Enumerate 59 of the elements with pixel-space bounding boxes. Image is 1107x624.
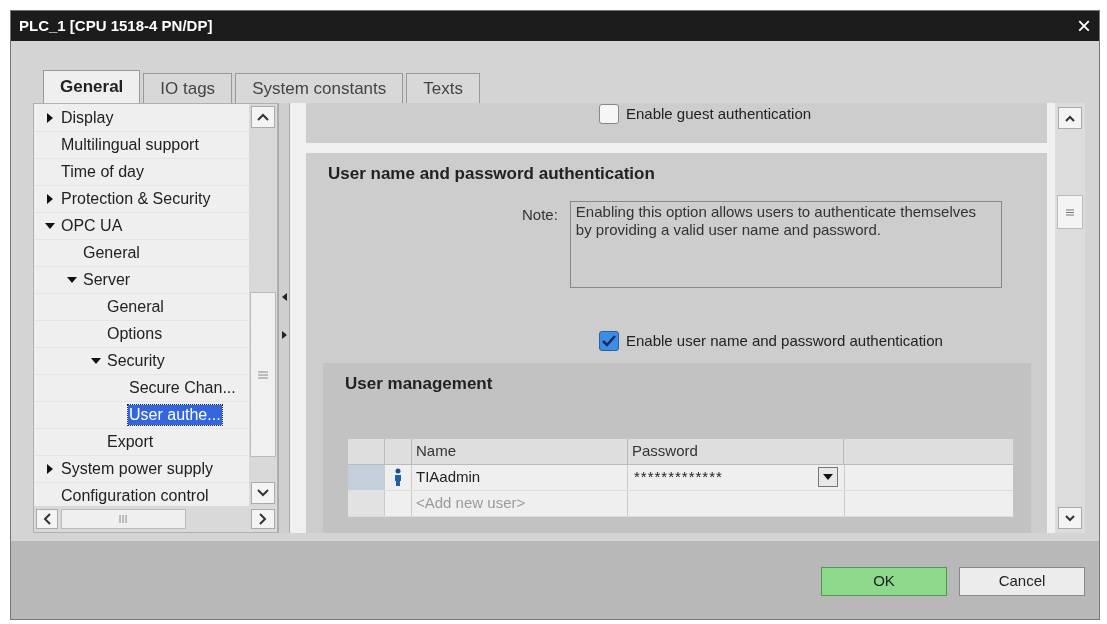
scroll-up-button[interactable] [251, 106, 275, 128]
tree-item[interactable]: Export [106, 432, 155, 452]
tree-item[interactable]: Multilingual support [60, 135, 200, 155]
tree-item[interactable]: Security [106, 351, 166, 371]
scroll-thumb[interactable] [1057, 195, 1083, 229]
scroll-down-button[interactable] [251, 482, 275, 504]
grip-icon [1065, 208, 1075, 216]
scroll-down-button[interactable] [1058, 507, 1082, 529]
caret-icon [823, 474, 833, 480]
checkbox[interactable] [599, 331, 619, 352]
scroll-up-button[interactable] [1058, 107, 1082, 129]
scroll-right-button[interactable] [251, 509, 275, 529]
ok-button[interactable]: OK [821, 566, 947, 596]
tree-item[interactable]: User authe... [128, 405, 222, 425]
grip-icon [118, 514, 129, 524]
scroll-thumb[interactable] [61, 509, 186, 529]
collapse-left-icon [281, 293, 287, 301]
checkbox-label: Enable guest authentication [626, 104, 812, 124]
password-value: ************* [634, 466, 723, 487]
tree-item[interactable]: Display [60, 108, 115, 128]
scroll-thumb[interactable] [250, 292, 276, 457]
chevron-left-icon [43, 513, 51, 525]
note-text: Enabling this option allows users to authenticate themselves by providing a valid user name and password. [569, 201, 1002, 288]
dropdown-button[interactable] [818, 467, 838, 487]
tree-item[interactable]: Secure Chan... [128, 378, 237, 398]
grip-icon [257, 370, 269, 379]
chevron-up-icon [257, 113, 269, 121]
tree-item[interactable]: OPC UA [60, 216, 124, 236]
tree-item[interactable]: General [82, 243, 141, 263]
tree-item[interactable]: Configuration control [60, 486, 210, 506]
tree-item[interactable]: Protection & Security [60, 189, 212, 209]
note-label: Note: [522, 205, 558, 225]
user-icon [394, 468, 402, 486]
close-button[interactable]: × [1073, 14, 1095, 38]
section-title: User name and password authentication [328, 163, 656, 185]
window-title: PLC_1 [CPU 1518-4 PN/DP] [19, 15, 213, 36]
tree-item[interactable]: Time of day [60, 162, 145, 182]
tree-item[interactable]: Server [82, 270, 132, 290]
expand-right-icon [281, 331, 287, 339]
tab[interactable]: IO tags [143, 73, 233, 103]
subsection-title: User management [345, 372, 494, 395]
tree-item[interactable]: Options [106, 324, 164, 344]
cancel-button[interactable]: Cancel [959, 566, 1085, 596]
chevron-down-icon [1065, 514, 1075, 522]
column-header[interactable]: Name [412, 438, 628, 464]
scroll-left-button[interactable] [36, 509, 58, 529]
checkmark-icon [602, 335, 616, 348]
tree-item[interactable]: General [106, 297, 165, 317]
tab[interactable]: Texts [406, 73, 480, 103]
chevron-down-icon [257, 489, 269, 497]
checkbox[interactable] [599, 104, 619, 125]
chevron-right-icon [259, 513, 267, 525]
table-cell: TIAadmin [412, 464, 628, 490]
chevron-up-icon [1065, 114, 1075, 122]
tab[interactable]: System constants [235, 73, 404, 103]
tab[interactable]: General [43, 70, 141, 103]
column-header[interactable]: Password [628, 438, 844, 464]
checkbox-label: Enable user name and password authentication [626, 331, 943, 351]
tree-item[interactable]: System power supply [60, 459, 215, 479]
